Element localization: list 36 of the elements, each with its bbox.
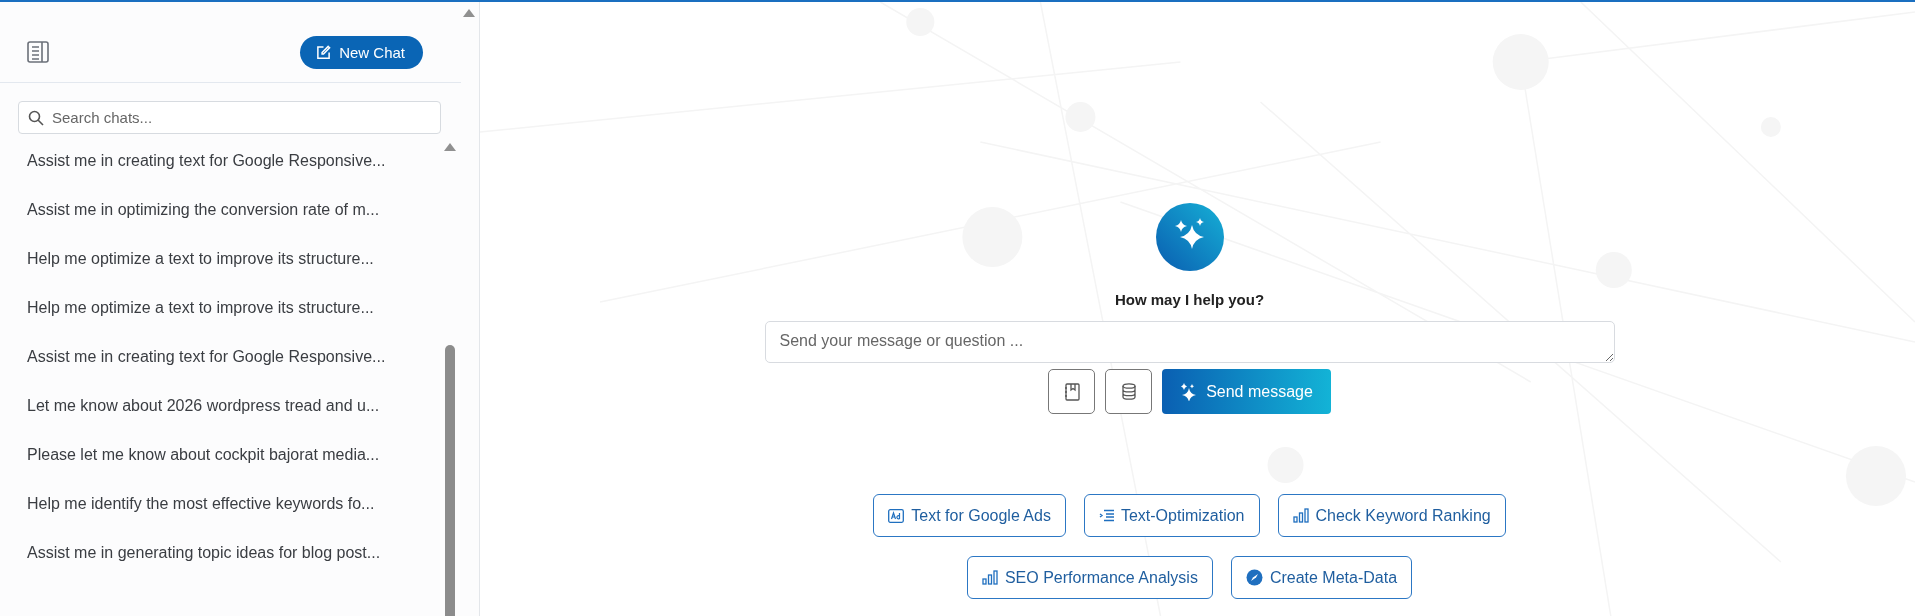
greeting-heading: How may I help you? xyxy=(1114,291,1265,308)
chat-item[interactable]: Assist me in optimizing the conversion rate of m... xyxy=(27,200,380,219)
suggestion-button[interactable]: Text-Optimization xyxy=(1083,494,1260,537)
message-input[interactable]: Send your message or question ... xyxy=(764,321,1615,363)
chat-item[interactable]: Help me optimize a text to improve its structure... xyxy=(27,249,374,268)
send-message-button[interactable]: Send message xyxy=(1162,369,1331,414)
sparkles-logo-icon xyxy=(1155,203,1224,271)
scroll-up-icon[interactable] xyxy=(443,142,457,152)
sparkles-icon xyxy=(1180,382,1197,401)
prompt-library-button[interactable] xyxy=(1048,369,1096,414)
suggestion-button[interactable]: Create Meta-Data xyxy=(1230,556,1413,599)
chat-item[interactable]: Assist me in creating text for Google Responsive... xyxy=(27,151,386,170)
chat-item[interactable]: Let me know about 2026 wordpress tread and u... xyxy=(27,396,380,415)
bar-chart-icon xyxy=(1292,508,1309,523)
chat-item[interactable]: Help me identify the most effective keywords fo... xyxy=(27,494,375,513)
database-icon xyxy=(1121,383,1136,400)
search-icon xyxy=(28,110,44,126)
bar-chart-icon xyxy=(981,570,998,585)
sidebar-toggle-icon[interactable] xyxy=(26,40,50,64)
suggestion-button[interactable]: SEO Performance Analysis xyxy=(966,556,1213,599)
database-button[interactable] xyxy=(1105,369,1153,414)
search-field[interactable]: Search chats... xyxy=(18,101,441,134)
scroll-up-icon[interactable] xyxy=(462,8,476,18)
notebook-icon xyxy=(1063,382,1080,401)
new-chat-button[interactable]: New Chat xyxy=(300,35,423,69)
chat-item[interactable]: Help me optimize a text to improve its structure... xyxy=(27,298,374,317)
suggestion-button[interactable]: Check Keyword Ranking xyxy=(1277,494,1506,537)
suggestion-button[interactable]: Text for Google Ads xyxy=(873,494,1066,537)
chat-item[interactable]: Assist me in generating topic ideas for blog post... xyxy=(27,543,381,562)
ad-icon xyxy=(888,508,905,523)
edit-icon xyxy=(316,44,332,60)
text-align-icon xyxy=(1098,509,1114,522)
scrollbar-thumb[interactable] xyxy=(445,345,455,616)
compass-icon xyxy=(1245,569,1263,586)
chat-item[interactable]: Please let me know about cockpit bajorat media... xyxy=(27,445,380,464)
chat-item[interactable]: Assist me in creating text for Google Responsive... xyxy=(27,347,386,366)
